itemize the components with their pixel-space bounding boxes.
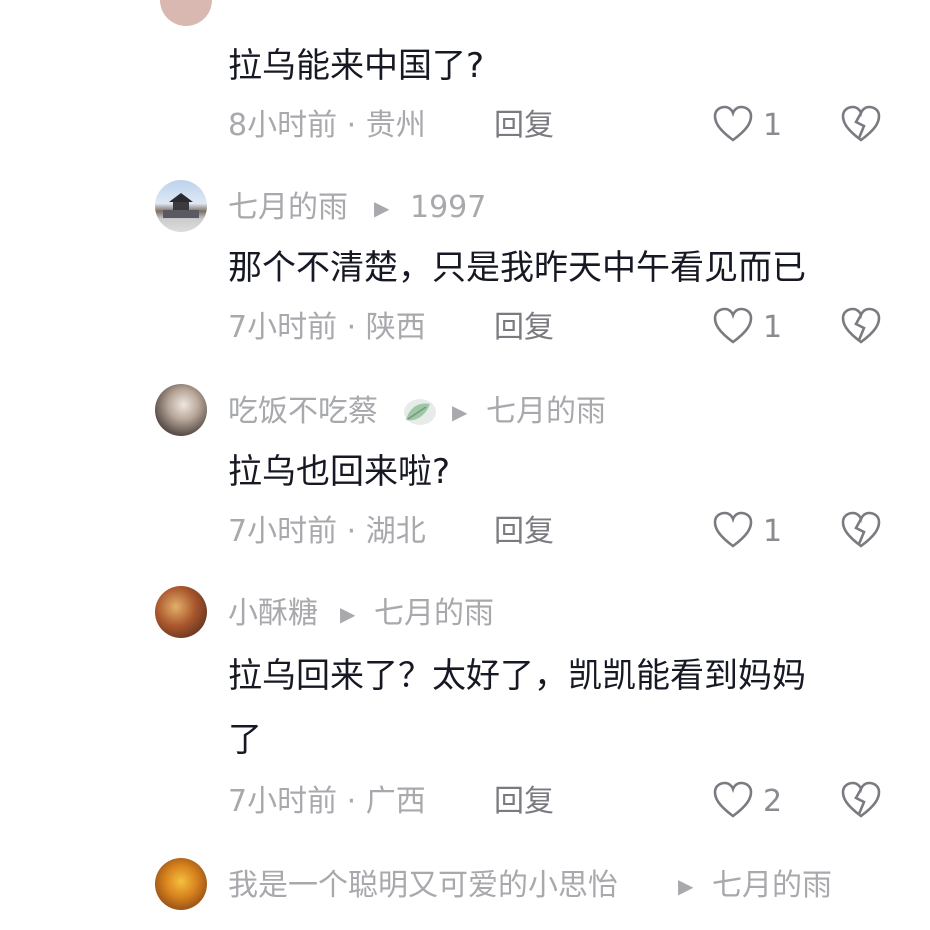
triangle-right-icon: ▶ bbox=[340, 602, 356, 626]
reply-target-name[interactable]: 七月的雨 bbox=[486, 392, 606, 432]
reply-button[interactable]: 回复 bbox=[494, 512, 554, 552]
like-count: 1 bbox=[763, 108, 783, 143]
reply-button[interactable]: 回复 bbox=[494, 782, 554, 822]
broken-heart-icon[interactable] bbox=[840, 306, 882, 346]
broken-heart-icon[interactable] bbox=[840, 104, 882, 144]
heart-outline-icon[interactable] bbox=[712, 104, 754, 144]
triangle-right-icon: ▶ bbox=[678, 874, 694, 898]
reply-button[interactable]: 回复 bbox=[494, 106, 554, 146]
reply-target-name[interactable]: 七月的雨 bbox=[374, 594, 494, 634]
commenter-name[interactable]: 我是一个聪明又可爱的小思怡 bbox=[228, 866, 618, 906]
comment-text: 那个不清楚，只是我昨天中午看见而已 bbox=[228, 248, 806, 288]
triangle-right-icon: ▶ bbox=[374, 196, 390, 220]
like-count: 1 bbox=[763, 310, 783, 345]
comment-time-location: 8小时前 · 贵州 bbox=[228, 108, 426, 143]
triangle-right-icon: ▶ bbox=[452, 400, 468, 424]
avatar[interactable] bbox=[160, 0, 212, 26]
heart-outline-icon[interactable] bbox=[712, 306, 754, 346]
comment-time-location: 7小时前 · 湖北 bbox=[228, 514, 426, 549]
avatar[interactable] bbox=[155, 180, 207, 232]
broken-heart-icon[interactable] bbox=[840, 780, 882, 820]
comment-time-location: 7小时前 · 广西 bbox=[228, 784, 426, 819]
like-count: 2 bbox=[763, 784, 783, 819]
commenter-name[interactable]: 小酥糖 bbox=[228, 594, 318, 634]
like-count: 1 bbox=[763, 514, 783, 549]
comment-time-location: 7小时前 · 陕西 bbox=[228, 310, 426, 345]
reply-target-name[interactable]: 1997 bbox=[410, 188, 486, 228]
comment-text: 拉乌也回来啦? bbox=[228, 452, 451, 492]
comment-text: 拉乌能来中国了? bbox=[228, 46, 485, 86]
leaf-emoji-icon bbox=[398, 394, 438, 430]
heart-outline-icon[interactable] bbox=[712, 510, 754, 550]
broken-heart-icon[interactable] bbox=[840, 510, 882, 550]
commenter-name[interactable]: 吃饭不吃蔡 bbox=[228, 392, 378, 432]
reply-target-name[interactable]: 七月的雨 bbox=[712, 866, 832, 906]
avatar[interactable] bbox=[155, 858, 207, 910]
commenter-name[interactable]: 七月的雨 bbox=[228, 188, 348, 228]
heart-outline-icon[interactable] bbox=[712, 780, 754, 820]
avatar[interactable] bbox=[155, 586, 207, 638]
comment-text-line: 了 bbox=[228, 720, 262, 760]
comment-text-line: 拉乌回来了？太好了，凯凯能看到妈妈 bbox=[228, 656, 806, 696]
avatar[interactable] bbox=[155, 384, 207, 436]
reply-button[interactable]: 回复 bbox=[494, 308, 554, 348]
